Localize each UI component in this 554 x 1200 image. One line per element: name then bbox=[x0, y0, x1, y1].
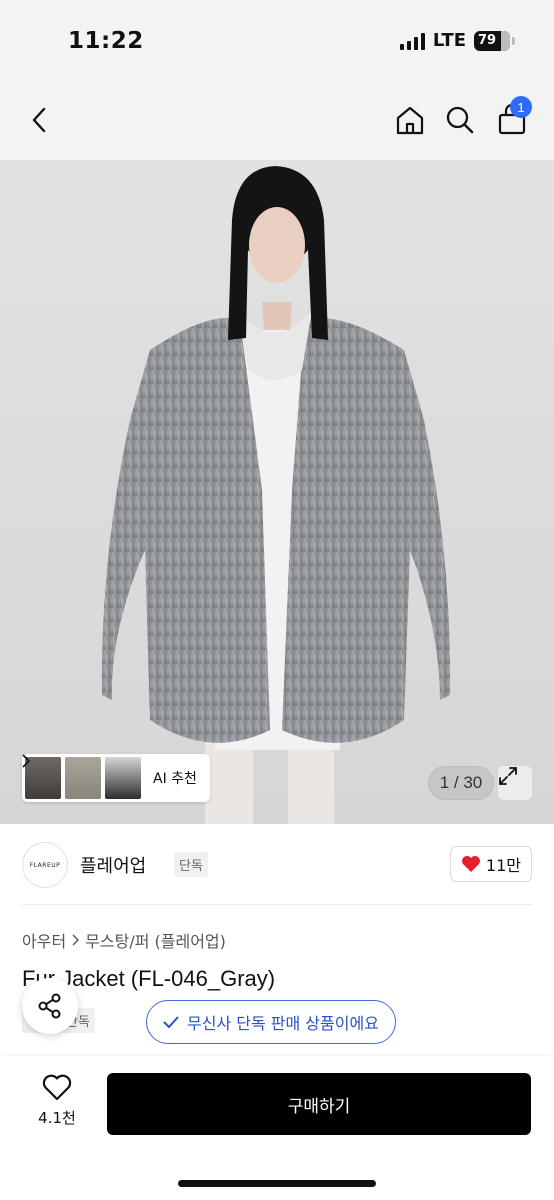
wishlist-button[interactable]: 4.1천 bbox=[30, 1074, 84, 1128]
home-button[interactable] bbox=[390, 100, 430, 140]
breadcrumb-category[interactable]: 아우터 bbox=[22, 928, 66, 952]
chevron-right-icon bbox=[72, 934, 80, 946]
product-image[interactable]: AI 추천 1 / 30 bbox=[0, 160, 554, 824]
bottom-action-bar: 4.1천 구매하기 bbox=[0, 1056, 554, 1200]
chevron-right-icon bbox=[22, 754, 30, 768]
divider bbox=[22, 904, 532, 905]
share-button[interactable] bbox=[22, 978, 78, 1034]
ai-recommendation-button[interactable]: AI 추천 bbox=[22, 754, 207, 788]
expand-icon bbox=[499, 767, 517, 785]
recommendation-thumbnail[interactable] bbox=[65, 757, 101, 799]
top-nav: 1 bbox=[0, 80, 554, 160]
exclusive-info-label: 무신사 단독 판매 상품이에요 bbox=[187, 1014, 379, 1033]
brand-name[interactable]: 플레어업 bbox=[80, 852, 146, 878]
battery-icon: 79 bbox=[474, 30, 515, 51]
ai-recommendation-label: AI 추천 bbox=[153, 771, 197, 787]
chevron-left-icon bbox=[32, 107, 46, 133]
home-icon bbox=[396, 106, 424, 135]
home-indicator bbox=[178, 1180, 376, 1187]
search-icon bbox=[446, 106, 474, 134]
network-label: LTE bbox=[432, 30, 466, 51]
search-button[interactable] bbox=[440, 100, 480, 140]
recommendation-thumbnail[interactable] bbox=[25, 757, 61, 799]
heart-icon bbox=[461, 856, 480, 872]
product-photo-illustration bbox=[101, 166, 451, 824]
status-indicators: LTE 79 bbox=[399, 30, 515, 51]
wishlist-count: 4.1천 bbox=[38, 1109, 76, 1127]
image-counter: 1 / 30 bbox=[428, 766, 494, 800]
breadcrumb-subcategory[interactable]: 무스탕/퍼 (플레어업) bbox=[85, 928, 226, 952]
expand-image-button[interactable] bbox=[498, 766, 532, 800]
brand-logo-text: FLAREUP bbox=[29, 861, 61, 869]
cart-button[interactable]: 1 bbox=[492, 96, 532, 140]
brand-row: FLAREUP 플레어업 단독 11만 bbox=[22, 838, 532, 894]
brand-like-count: 11만 bbox=[485, 856, 521, 875]
signal-icon bbox=[399, 32, 425, 50]
exclusive-badge: 단독 bbox=[174, 852, 208, 877]
status-time: 11:22 bbox=[68, 28, 144, 54]
heart-outline-icon bbox=[42, 1074, 72, 1101]
check-icon bbox=[163, 1016, 179, 1028]
ai-recommendation-strip[interactable]: AI 추천 bbox=[22, 754, 210, 802]
breadcrumb: 아우터 무스탕/퍼 (플레어업) bbox=[22, 928, 226, 952]
share-icon bbox=[38, 993, 61, 1019]
recommendation-thumbnail[interactable] bbox=[105, 757, 141, 799]
buy-button[interactable]: 구매하기 bbox=[107, 1073, 531, 1135]
exclusive-info-pill[interactable]: 무신사 단독 판매 상품이에요 bbox=[146, 1000, 396, 1044]
brand-logo[interactable]: FLAREUP bbox=[22, 842, 68, 888]
back-button[interactable] bbox=[20, 100, 60, 140]
cart-count-badge: 1 bbox=[510, 96, 532, 118]
brand-like-button[interactable]: 11만 bbox=[449, 846, 532, 882]
battery-level: 79 bbox=[478, 33, 497, 48]
status-bar: 11:22 LTE 79 bbox=[0, 0, 554, 80]
